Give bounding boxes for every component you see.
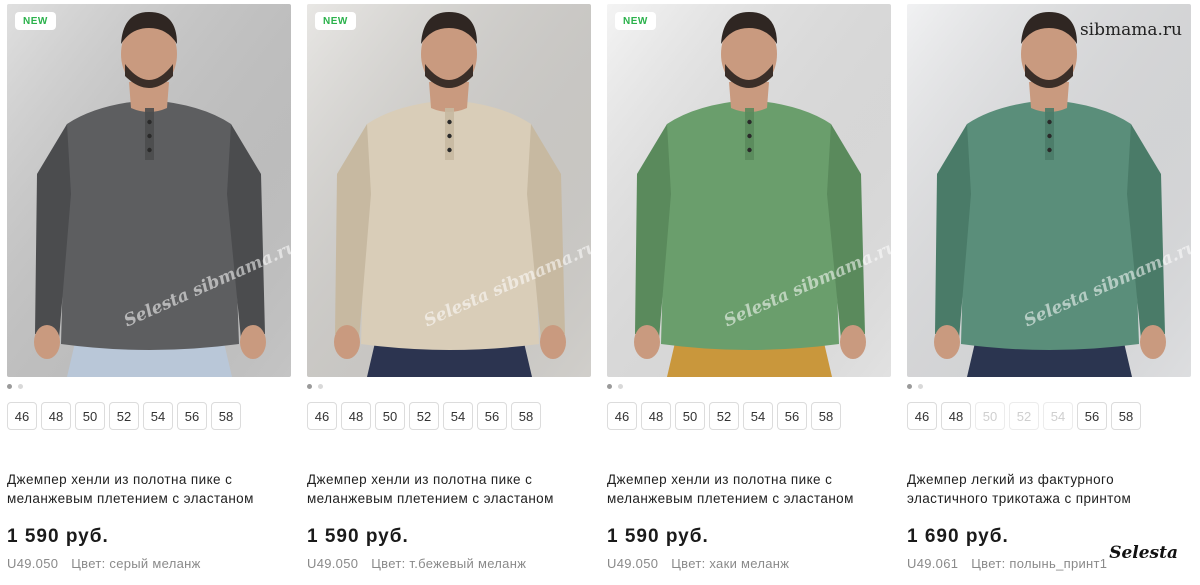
size-option[interactable]: 48 [341,402,371,430]
carousel-dots [307,384,591,390]
size-option[interactable]: 50 [675,402,705,430]
product-price: 1 590 руб. [7,526,109,547]
new-badge: NEW [315,12,356,30]
size-option[interactable]: 58 [1111,402,1141,430]
size-option[interactable]: 54 [443,402,473,430]
size-option[interactable]: 58 [811,402,841,430]
product-meta: U49.050 Цвет: т.бежевый меланж [307,556,591,571]
product-title[interactable]: Джемпер легкий из фактурного эластичного… [907,470,1191,510]
size-option[interactable]: 46 [7,402,37,430]
color-label: Цвет: серый меланж [71,556,201,571]
size-option[interactable]: 52 [709,402,739,430]
color-label: Цвет: т.бежевый меланж [371,556,527,571]
size-option[interactable]: 56 [177,402,207,430]
size-list: 46 48 50 52 54 56 58 [907,402,1191,430]
size-list: 46 48 50 52 54 56 58 [7,402,291,430]
size-option[interactable]: 56 [477,402,507,430]
article-number: U49.050 [307,556,359,571]
product-photo[interactable]: NEW Selesta sibmama.ru [607,4,891,377]
product-title[interactable]: Джемпер хенли из полотна пике с меланжев… [607,470,891,510]
product-card[interactable]: Selesta sibmama.ru 46 48 50 52 54 56 58 Джемпер … [907,4,1191,571]
size-option[interactable]: 54 [743,402,773,430]
size-option[interactable]: 46 [307,402,337,430]
product-price: 1 590 руб. [307,526,409,547]
product-meta: U49.050 Цвет: хаки меланж [607,556,891,571]
size-list: 46 48 50 52 54 56 58 [607,402,891,430]
carousel-dots [907,384,1191,390]
size-option: 52 [1009,402,1039,430]
site-watermark: sibmama.ru [1079,20,1182,40]
size-option[interactable]: 46 [907,402,937,430]
product-title[interactable]: Джемпер хенли из полотна пике с меланжев… [7,470,291,510]
product-card[interactable]: NEW Selesta sibmama.ru 46 48 50 52 54 56 58 Джемп… [307,4,591,571]
article-number: U49.050 [7,556,59,571]
size-option[interactable]: 56 [1077,402,1107,430]
article-number: U49.050 [607,556,659,571]
product-card[interactable]: NEW Selesta sibmama.ru 46 48 50 52 54 56 58 Джемп… [607,4,891,571]
carousel-dot[interactable] [618,384,623,389]
color-label: Цвет: хаки меланж [671,556,790,571]
new-badge: NEW [615,12,656,30]
article-number: U49.061 [907,556,959,571]
carousel-dots [7,384,291,390]
size-option[interactable]: 58 [511,402,541,430]
product-price: 1 590 руб. [607,526,709,547]
color-label: Цвет: полынь_принт1 [971,556,1108,571]
product-title[interactable]: Джемпер хенли из полотна пике с меланжев… [307,470,591,510]
carousel-dots [607,384,891,390]
size-list: 46 48 50 52 54 56 58 [307,402,591,430]
carousel-dot[interactable] [907,384,912,389]
size-option: 54 [1043,402,1073,430]
size-option: 50 [975,402,1005,430]
product-card[interactable]: NEW Selesta sibmama.ru 46 48 50 52 54 56 58 Джемп… [7,4,291,571]
size-option[interactable]: 48 [641,402,671,430]
carousel-dot[interactable] [607,384,612,389]
size-option[interactable]: 50 [75,402,105,430]
carousel-dot[interactable] [318,384,323,389]
new-badge: NEW [15,12,56,30]
size-option[interactable]: 48 [941,402,971,430]
size-option[interactable]: 50 [375,402,405,430]
size-option[interactable]: 52 [109,402,139,430]
product-photo[interactable]: NEW Selesta sibmama.ru [307,4,591,377]
product-grid: NEW Selesta sibmama.ru 46 48 50 52 54 56 58 Джемп… [7,4,1191,571]
product-photo[interactable]: Selesta sibmama.ru [907,4,1191,377]
size-option[interactable]: 52 [409,402,439,430]
product-photo[interactable]: NEW Selesta sibmama.ru [7,4,291,377]
brand-watermark: Selesta [1109,543,1178,563]
product-meta: U49.050 Цвет: серый меланж [7,556,291,571]
carousel-dot[interactable] [18,384,23,389]
size-option[interactable]: 58 [211,402,241,430]
size-option[interactable]: 56 [777,402,807,430]
carousel-dot[interactable] [918,384,923,389]
carousel-dot[interactable] [7,384,12,389]
carousel-dot[interactable] [307,384,312,389]
size-option[interactable]: 54 [143,402,173,430]
size-option[interactable]: 46 [607,402,637,430]
size-option[interactable]: 48 [41,402,71,430]
